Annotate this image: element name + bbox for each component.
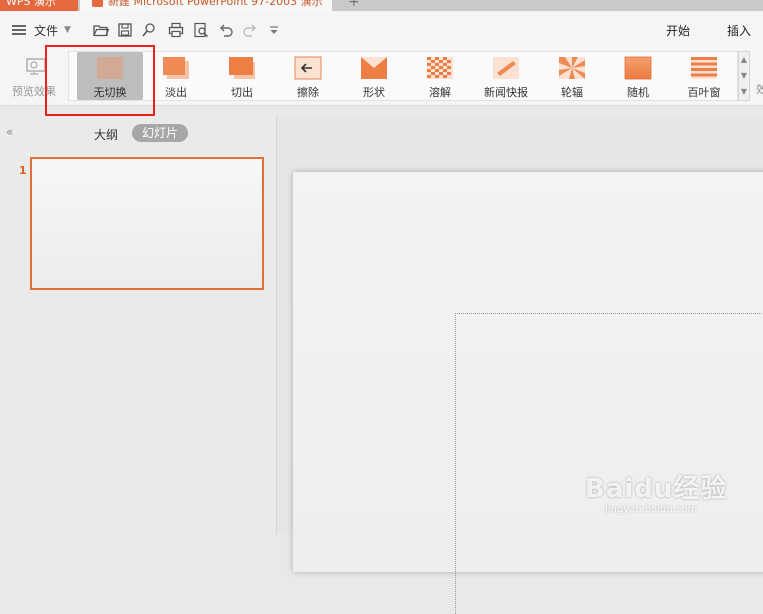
more-icon	[270, 26, 278, 34]
transition-label: 擦除	[297, 86, 319, 99]
new-tab-button[interactable]: +	[348, 0, 360, 10]
transition-label: 切出	[231, 86, 253, 99]
open-icon	[93, 25, 109, 37]
gallery-scrollbar[interactable]: ▲ ▼ ▼	[738, 51, 750, 101]
redo-button[interactable]	[240, 20, 260, 40]
transition-fade-icon	[163, 57, 189, 79]
quick-access-more-button[interactable]	[264, 20, 284, 40]
undo-button[interactable]	[216, 20, 236, 40]
tab-insert[interactable]: 插入	[727, 22, 751, 39]
transition-wheel-icon	[559, 57, 585, 79]
transition-random-icon	[624, 56, 652, 80]
transition-random[interactable]: 随机	[605, 52, 671, 100]
transition-wipe[interactable]: 擦除	[275, 52, 341, 100]
file-menu-button[interactable]: 文件 ▼	[12, 21, 71, 39]
presentation-file-icon	[92, 0, 103, 7]
transition-gallery: 无切换 淡出 切出 擦除 形状 溶解 新闻快报 轮辐 随机 百叶窗	[68, 51, 738, 101]
print-preview-icon	[194, 22, 209, 38]
slide-number: 1	[19, 164, 27, 177]
transition-wheel[interactable]: 轮辐	[539, 52, 605, 100]
preview-effect-label: 预览效果	[12, 85, 56, 98]
baidu-watermark: Baidu经验 jingyan.baidu.com	[585, 462, 760, 532]
transition-label: 百叶窗	[687, 86, 721, 99]
transition-label: 溶解	[429, 86, 451, 99]
undo-icon	[220, 24, 233, 37]
preview-effect-button[interactable]: 预览效果	[0, 49, 66, 105]
transition-ribbon: 预览效果 无切换 淡出 切出 擦除 形状 溶解 新闻快报 轮辐 随机 百叶窗 ▲…	[0, 49, 763, 106]
format-painter-icon	[142, 23, 155, 37]
transition-blinds[interactable]: 百叶窗	[671, 52, 737, 100]
tab-document[interactable]: 新建 Microsoft PowerPoint 97-2003 演示	[80, 0, 332, 11]
menu-bar: 文件 ▼ 开始 插入	[0, 11, 763, 49]
print-button[interactable]	[166, 20, 186, 40]
gallery-scroll-up-icon[interactable]: ▲	[739, 52, 749, 68]
collapse-panel-icon[interactable]: «	[6, 125, 13, 139]
tab-wps-presentation[interactable]: WPS 演示	[0, 0, 78, 11]
watermark-sub: jingyan.baidu.com	[605, 504, 698, 515]
format-painter-button[interactable]	[139, 20, 159, 40]
watermark-main: Baidu经验	[585, 474, 728, 504]
transition-none-icon	[97, 57, 123, 79]
tab-home[interactable]: 开始	[666, 22, 690, 39]
slide-thumbnail[interactable]	[30, 157, 264, 290]
tab-document-label: 新建 Microsoft PowerPoint 97-2003 演示	[108, 0, 323, 8]
tab-bar: WPS 演示 新建 Microsoft PowerPoint 97-2003 演…	[0, 0, 763, 11]
tab-slides[interactable]: 幻灯片	[132, 124, 188, 142]
transition-shape[interactable]: 形状	[341, 52, 407, 100]
file-menu-label: 文件	[34, 23, 59, 38]
save-button[interactable]	[115, 20, 135, 40]
transition-wipe-icon	[294, 56, 322, 80]
transition-label: 新闻快报	[484, 86, 528, 99]
transition-label: 随机	[627, 86, 649, 99]
slide-panel: « 大纲 幻灯片 1	[0, 116, 276, 534]
transition-none[interactable]: 无切换	[77, 52, 143, 100]
transition-cut-icon	[229, 57, 255, 79]
transition-newsflash[interactable]: 新闻快报	[473, 52, 539, 100]
ribbon-truncated-label: 效	[756, 83, 763, 96]
preview-effect-icon	[26, 58, 46, 75]
redo-icon	[243, 24, 256, 37]
transition-dissolve[interactable]: 溶解	[407, 52, 473, 100]
print-preview-button[interactable]	[191, 20, 211, 40]
gallery-expand-icon[interactable]: ▼	[739, 84, 749, 100]
transition-label: 轮辐	[561, 86, 583, 99]
tab-outline[interactable]: 大纲	[94, 126, 118, 143]
transition-label: 形状	[363, 86, 385, 99]
tab-app-label: WPS 演示	[6, 0, 56, 8]
save-icon	[118, 23, 132, 37]
transition-fade[interactable]: 淡出	[143, 52, 209, 100]
transition-blinds-icon	[691, 57, 717, 79]
open-button[interactable]	[91, 20, 111, 40]
transition-cut[interactable]: 切出	[209, 52, 275, 100]
print-icon	[168, 22, 184, 38]
transition-dissolve-icon	[427, 57, 453, 79]
chevron-down-icon: ▼	[64, 25, 71, 35]
transition-label: 无切换	[93, 86, 127, 99]
transition-label: 淡出	[165, 86, 187, 99]
transition-newsflash-icon	[493, 57, 519, 79]
gallery-scroll-down-icon[interactable]: ▼	[739, 68, 749, 84]
transition-shape-icon	[361, 57, 387, 79]
hamburger-icon	[12, 25, 26, 35]
